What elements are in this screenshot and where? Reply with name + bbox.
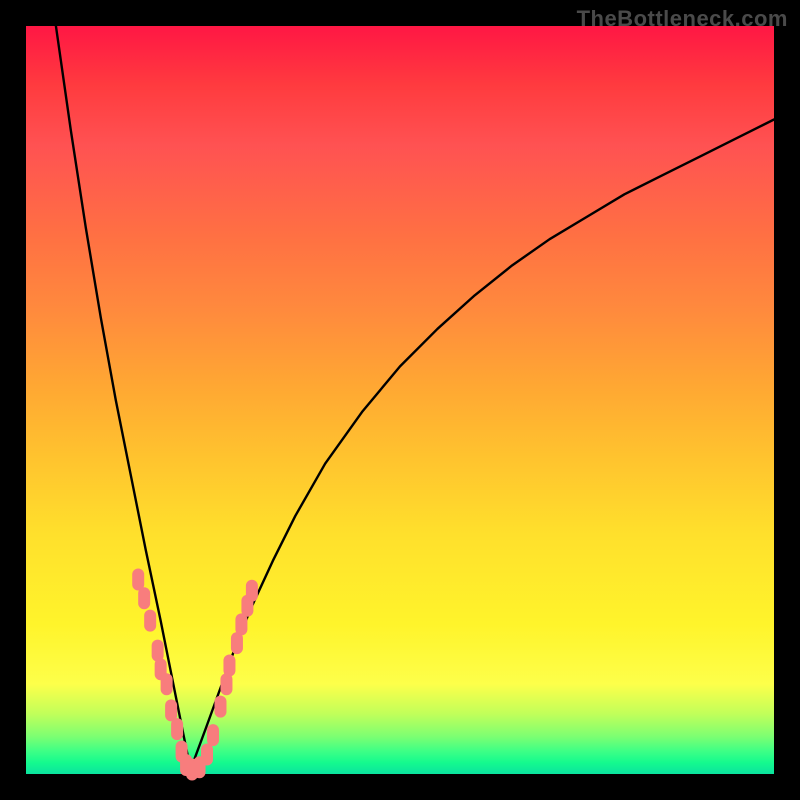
cluster-marker bbox=[152, 640, 164, 662]
cluster-marker bbox=[235, 613, 247, 635]
cluster-marker bbox=[132, 569, 144, 591]
cluster-marker bbox=[231, 632, 243, 654]
cluster-marker bbox=[144, 610, 156, 632]
cluster-marker bbox=[201, 744, 213, 766]
cluster-marker bbox=[223, 655, 235, 677]
cluster-marker bbox=[161, 673, 173, 695]
cluster-marker bbox=[220, 673, 232, 695]
cluster-marker bbox=[246, 580, 258, 602]
cluster-marker bbox=[207, 724, 219, 746]
cluster-marker bbox=[165, 699, 177, 721]
cluster-marker bbox=[171, 718, 183, 740]
cluster-marker bbox=[214, 696, 226, 718]
outer-frame: TheBottleneck.com bbox=[0, 0, 800, 800]
curve-layer bbox=[0, 0, 800, 800]
bottleneck-curve bbox=[56, 26, 774, 770]
cluster-marker bbox=[138, 587, 150, 609]
